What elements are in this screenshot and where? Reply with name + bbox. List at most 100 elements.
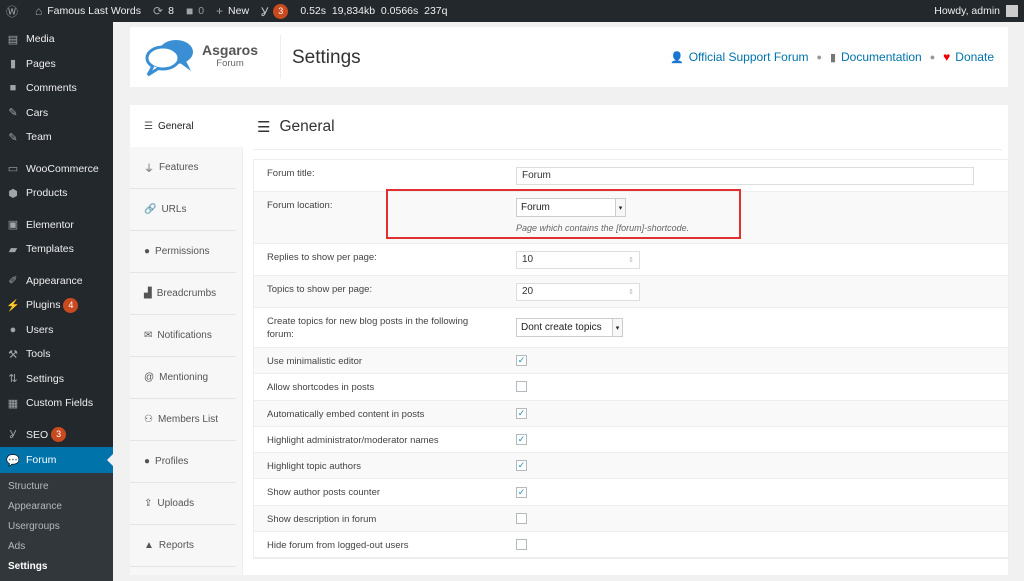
users-icon: ⚇ xyxy=(144,414,153,425)
sidebar-item-products[interactable]: ⬢ Products xyxy=(0,181,113,206)
user-lock-icon: ● xyxy=(144,246,151,257)
wrench-icon: ⚒ xyxy=(8,348,18,361)
settings-panel: ☰ General ⏚ Features 🔗 URLs ● Permissions ▟ B… xyxy=(130,105,1009,575)
setting-checkbox[interactable]: ✓ xyxy=(516,460,527,472)
checkbox-row: Use minimalistic editor ✓ xyxy=(254,348,1008,375)
tab-features[interactable]: ⏚ Features xyxy=(130,147,236,189)
chevron-down-icon: ▾ xyxy=(612,319,622,336)
sidebar-item-forum[interactable]: 💬 Forum xyxy=(0,447,113,473)
page-title: Settings xyxy=(292,47,361,68)
forum-title-input[interactable]: Forum xyxy=(516,166,974,185)
forum-icon: 💬 xyxy=(6,454,20,467)
forum-submenu: Structure Appearance Usergroups Ads Sett… xyxy=(0,473,113,581)
comments-link[interactable]: ■ 0 xyxy=(180,0,210,22)
row-replies-per-page: Replies to show per page: 10 ⇕ xyxy=(254,244,1008,276)
tab-urls[interactable]: 🔗 URLs xyxy=(130,189,236,231)
tab-mentioning[interactable]: @ Mentioning xyxy=(130,357,236,399)
tab-members-list[interactable]: ⚇ Members List xyxy=(130,399,236,441)
sidebar-item-custom-fields[interactable]: ▦ Custom Fields xyxy=(0,391,113,416)
elementor-icon: ▣ xyxy=(7,219,19,232)
setting-checkbox[interactable]: ✓ xyxy=(516,486,527,498)
my-account-link[interactable]: Howdy, admin xyxy=(928,0,1024,22)
checkbox-row: Automatically embed content in posts ✓ xyxy=(254,400,1008,427)
setting-checkbox[interactable]: ✓ xyxy=(516,434,527,446)
header-divider xyxy=(280,35,281,79)
donate-link[interactable]: Donate xyxy=(955,50,994,64)
sidebar-item-plugins[interactable]: ⚡ Plugins 4 xyxy=(0,293,113,318)
plus-icon: + xyxy=(216,4,224,18)
topics-per-page-input[interactable]: 20 ⇕ xyxy=(516,282,640,301)
plugins-badge: 4 xyxy=(63,297,79,313)
at-icon: @ xyxy=(144,372,155,383)
sidebar-item-cars[interactable]: ✎ Cars xyxy=(0,101,113,126)
checkbox-row: Hide forum from logged-out users xyxy=(254,532,1008,559)
tab-notifications[interactable]: ✉ Notifications xyxy=(130,315,236,357)
submenu-appearance[interactable]: Appearance xyxy=(0,497,113,517)
site-name-link[interactable]: ⌂ Famous Last Words xyxy=(29,0,147,22)
book-icon: ▮ xyxy=(829,51,837,64)
sitemap-icon: ▟ xyxy=(144,288,152,299)
refresh-icon: ⟳ xyxy=(153,4,164,18)
heart-icon: ♥ xyxy=(943,50,951,64)
replies-per-page-input[interactable]: 10 ⇕ xyxy=(516,250,640,269)
upload-icon: ⇪ xyxy=(144,498,153,509)
envelope-icon: ✉ xyxy=(144,330,153,341)
checkbox-row: Show author posts counter ✓ xyxy=(254,479,1008,506)
support-forum-link[interactable]: Official Support Forum xyxy=(689,50,809,64)
sidebar-item-seo[interactable]: Ỿ SEO 3 xyxy=(0,423,113,448)
setting-checkbox[interactable]: ✓ xyxy=(516,407,527,419)
spinner-icon[interactable]: ⇕ xyxy=(628,288,634,296)
sidebar-item-templates[interactable]: ▰ Templates xyxy=(0,237,113,262)
plugin-header: Asgaros Forum Settings 👤 Official Support … xyxy=(130,27,1008,87)
sidebar-item-woocommerce[interactable]: ▭ WooCommerce xyxy=(0,157,113,182)
create-topics-select[interactable]: Dont create topics ▾ xyxy=(516,318,623,337)
setting-checkbox[interactable]: ✓ xyxy=(516,355,527,367)
tab-general[interactable]: ☰ General xyxy=(130,105,243,147)
setting-checkbox[interactable] xyxy=(516,512,527,524)
seo-badge: 3 xyxy=(51,427,67,443)
query-monitor-stats[interactable]: 0.52s 19,834kb 0.0566s 237q xyxy=(294,0,453,22)
sidebar-item-pages[interactable]: ▮ Pages xyxy=(0,52,113,77)
tab-permissions[interactable]: ● Permissions xyxy=(130,231,236,273)
setting-checkbox[interactable] xyxy=(516,539,527,551)
section-title: ☰ General xyxy=(253,105,1002,150)
pin-icon: ✎ xyxy=(8,107,18,120)
sidebar-item-settings[interactable]: ⇅ Settings xyxy=(0,367,113,392)
submenu-settings[interactable]: Settings xyxy=(0,557,113,577)
row-topics-per-page: Topics to show per page: 20 ⇕ xyxy=(254,276,1008,308)
general-settings: ☰ General Forum title: Forum Forum locati… xyxy=(253,105,1009,560)
documentation-link[interactable]: Documentation xyxy=(841,50,922,64)
admin-sidebar: ▤ Media ▮ Pages ■ Comments ✎ Cars ✎ Team ▭ Woo… xyxy=(0,22,113,581)
new-content-link[interactable]: + New xyxy=(210,0,255,22)
sidebar-item-team[interactable]: ✎ Team xyxy=(0,125,113,150)
tab-uploads[interactable]: ⇪ Uploads xyxy=(130,483,236,525)
yoast-link[interactable]: Ỿ3 xyxy=(255,0,294,22)
separator-dot: ● xyxy=(929,52,936,62)
submenu-structure[interactable]: Structure xyxy=(0,477,113,497)
sidebar-item-users[interactable]: ● Users xyxy=(0,318,113,343)
wp-logo-button[interactable]: Ⓦ xyxy=(0,0,29,22)
sidebar-item-appearance[interactable]: ✐ Appearance xyxy=(0,269,113,294)
sidebar-item-elementor[interactable]: ▣ Elementor xyxy=(0,213,113,238)
checkbox-row: Highlight administrator/moderator names ✓ xyxy=(254,427,1008,454)
sliders-icon: ☰ xyxy=(257,119,271,136)
yoast-icon: Ỿ xyxy=(261,4,269,19)
admin-bar: Ⓦ ⌂ Famous Last Words ⟳ 8 ■ 0 + New Ỿ3 0.52s… xyxy=(0,0,1024,22)
sidebar-item-tools[interactable]: ⚒ Tools xyxy=(0,342,113,367)
avatar xyxy=(1006,5,1018,17)
sidebar-item-media[interactable]: ▤ Media xyxy=(0,27,113,52)
tab-breadcrumbs[interactable]: ▟ Breadcrumbs xyxy=(130,273,236,315)
brush-icon: ✐ xyxy=(8,275,18,288)
spinner-icon[interactable]: ⇕ xyxy=(628,256,634,264)
sidebar-item-comments[interactable]: ■ Comments xyxy=(0,76,113,101)
submenu-usergroups[interactable]: Usergroups xyxy=(0,517,113,537)
checkbox-row: Highlight topic authors ✓ xyxy=(254,453,1008,480)
updates-link[interactable]: ⟳ 8 xyxy=(147,0,180,22)
setting-checkbox[interactable] xyxy=(516,381,527,393)
submenu-ads[interactable]: Ads xyxy=(0,537,113,557)
asgaros-logo: Asgaros Forum xyxy=(144,37,258,77)
highlight-annotation xyxy=(386,189,741,239)
tab-reports[interactable]: ▲ Reports xyxy=(130,525,236,567)
tab-profiles[interactable]: ● Profiles xyxy=(130,441,236,483)
comments-icon: ■ xyxy=(9,82,17,95)
